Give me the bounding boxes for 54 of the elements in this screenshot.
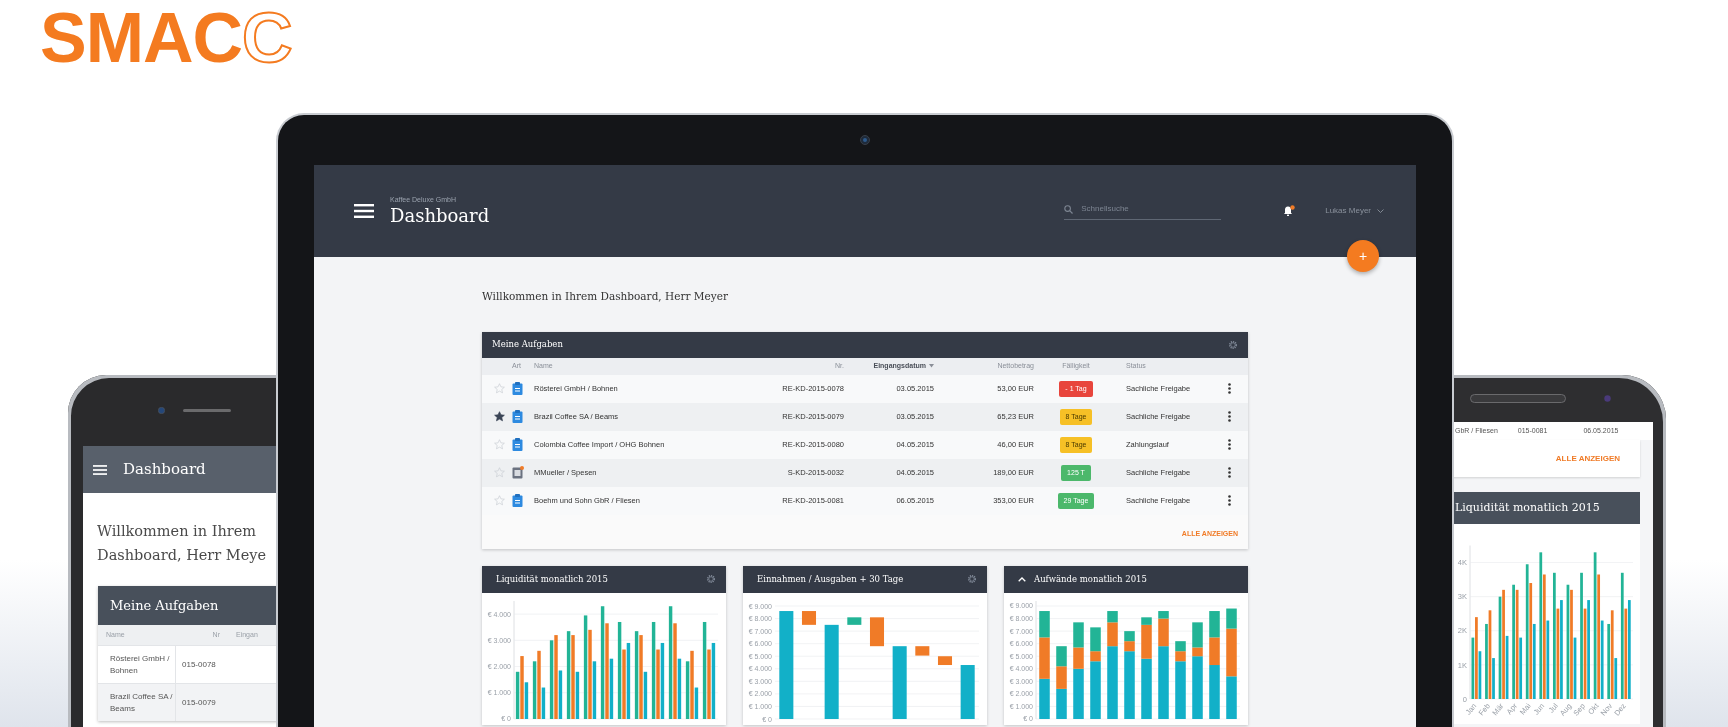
chart-bar (1175, 640, 1186, 651)
search-field[interactable]: Schnellsuche (1079, 202, 1210, 216)
table-cell: 015-0079 (182, 697, 216, 707)
clipboard-icon (512, 438, 523, 452)
receipt-icon (512, 466, 524, 480)
more-options-icon[interactable] (1227, 467, 1231, 479)
card-title: Aufwände monatlich 2015 (1034, 572, 1147, 586)
card-title: Einnahmen / Ausgaben + 30 Tage (757, 572, 904, 586)
table-cell-text: Brazil Coffee SA / Beams (110, 690, 174, 715)
card-title: Liquidität monatlich 2015 (496, 572, 608, 586)
notification-bell-icon[interactable] (1283, 205, 1296, 217)
settings-icon[interactable] (967, 574, 977, 585)
page-title: Dashboard (390, 205, 490, 228)
clipboard-icon (512, 382, 523, 396)
table-cell: 015-0078 (182, 659, 216, 669)
user-menu[interactable]: Lukas Meyer (1325, 205, 1384, 217)
settings-icon[interactable] (1228, 339, 1238, 350)
chart-bar (1056, 645, 1067, 667)
star-icon[interactable] (493, 411, 505, 423)
more-options-icon[interactable] (1227, 439, 1231, 451)
chart-bar (1124, 630, 1135, 641)
welcome-text: Willkommen in Ihrem Dashboard, Herr Meye (96, 522, 268, 565)
chart-bar (1226, 676, 1237, 719)
webcam-icon (860, 135, 870, 145)
clipboard-icon (512, 410, 523, 424)
page-title: Dashboard (123, 459, 206, 481)
chevron-up-icon[interactable] (1018, 576, 1026, 582)
speaker-grille-icon (183, 409, 231, 412)
chart-bar (1056, 688, 1067, 719)
card-title: Meine Aufgaben (492, 338, 563, 352)
search-icon (1064, 204, 1074, 214)
card-title: Meine Aufgaben (110, 596, 219, 615)
more-options-icon[interactable] (1227, 383, 1231, 395)
chart-bar (1056, 666, 1067, 689)
chart-bar (1209, 610, 1220, 638)
card-title: Liquidität monatlich 2015 (1455, 499, 1600, 516)
caret-icon (1377, 209, 1384, 213)
chart-bar (1073, 622, 1084, 648)
welcome-text: Willkommen in Ihrem Dashboard, Herr Meyer (482, 289, 729, 304)
add-button[interactable]: + (1347, 240, 1379, 272)
more-options-icon[interactable] (1227, 411, 1231, 423)
menu-icon[interactable] (354, 204, 374, 218)
sort-caret-icon (929, 364, 934, 369)
show-all-link[interactable]: ALLE ANZEIGEN (1555, 452, 1620, 465)
menu-icon[interactable] (93, 464, 107, 475)
logo: SMACC (40, 2, 292, 74)
speaker-grille-icon (1470, 394, 1566, 403)
camera-lens-icon (158, 407, 165, 414)
chart-bar (1039, 678, 1050, 719)
more-options-icon[interactable] (1227, 495, 1231, 507)
table-cell-text: Rösterei GmbH / Bohnen (110, 652, 171, 677)
camera-lens-icon (1604, 395, 1611, 402)
settings-icon[interactable] (706, 574, 716, 585)
clipboard-icon (512, 494, 523, 508)
